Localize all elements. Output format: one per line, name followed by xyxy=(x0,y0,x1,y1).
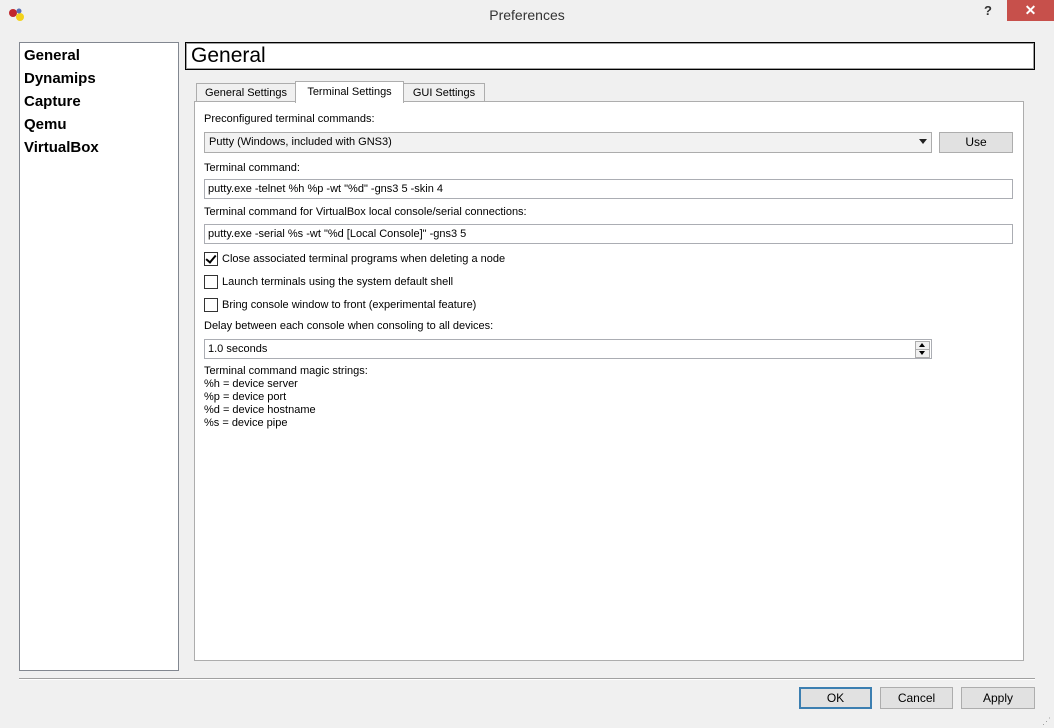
delay-value: 1.0 seconds xyxy=(208,343,268,355)
ok-button[interactable]: OK xyxy=(799,687,872,709)
terminal-command-label: Terminal command: xyxy=(204,162,300,174)
category-list[interactable]: General Dynamips Capture Qemu VirtualBox xyxy=(19,42,179,671)
console-front-checkbox[interactable] xyxy=(204,298,218,312)
cancel-button[interactable]: Cancel xyxy=(880,687,953,709)
magic-strings-title: Terminal command magic strings: xyxy=(204,365,368,377)
apply-button[interactable]: Apply xyxy=(961,687,1035,709)
system-shell-checkbox[interactable] xyxy=(204,275,218,289)
preferences-window: Preferences ? ✕ General Dynamips Capture… xyxy=(0,0,1054,728)
tab-general-settings[interactable]: General Settings xyxy=(196,83,296,102)
tab-terminal-settings[interactable]: Terminal Settings xyxy=(295,81,404,103)
page-title: General xyxy=(191,44,266,67)
resize-grip-icon[interactable]: ⋰ xyxy=(1042,716,1052,726)
magic-string-line: %p = device port xyxy=(204,391,287,403)
magic-string-line: %s = device pipe xyxy=(204,417,288,429)
sidebar-item-general[interactable]: General xyxy=(24,47,80,64)
preconfigured-label: Preconfigured terminal commands: xyxy=(204,113,375,125)
terminal-command-input[interactable]: putty.exe -telnet %h %p -wt "%d" -gns3 5… xyxy=(204,179,1013,199)
magic-string-line: %h = device server xyxy=(204,378,298,390)
page-title-box: General xyxy=(185,42,1035,70)
sidebar-item-virtualbox[interactable]: VirtualBox xyxy=(24,139,99,156)
help-button[interactable]: ? xyxy=(980,3,996,21)
spin-down-icon[interactable] xyxy=(915,349,930,358)
system-shell-label: Launch terminals using the system defaul… xyxy=(222,276,454,288)
preconfigured-select[interactable]: Putty (Windows, included with GNS3) xyxy=(204,132,932,153)
preconfigured-value: Putty (Windows, included with GNS3) xyxy=(209,136,392,148)
delay-spinbox[interactable]: 1.0 seconds xyxy=(204,339,932,359)
chevron-down-icon[interactable] xyxy=(919,139,927,144)
footer-divider-highlight xyxy=(19,679,1035,680)
delay-label: Delay between each console when consolin… xyxy=(204,320,494,332)
console-front-label: Bring console window to front (experimen… xyxy=(222,299,477,311)
window-title: Preferences xyxy=(489,7,565,23)
tab-gui-settings[interactable]: GUI Settings xyxy=(403,83,485,102)
vbox-command-value: putty.exe -serial %s -wt "%d [Local Cons… xyxy=(208,228,467,240)
sidebar-item-capture[interactable]: Capture xyxy=(24,93,81,110)
sidebar-item-qemu[interactable]: Qemu xyxy=(24,116,67,133)
close-terminals-label: Close associated terminal programs when … xyxy=(222,253,506,265)
use-button[interactable]: Use xyxy=(939,132,1013,153)
sidebar-item-dynamips[interactable]: Dynamips xyxy=(24,70,96,87)
magic-string-line: %d = device hostname xyxy=(204,404,316,416)
vbox-command-input[interactable]: putty.exe -serial %s -wt "%d [Local Cons… xyxy=(204,224,1013,244)
terminal-command-value: putty.exe -telnet %h %p -wt "%d" -gns3 5… xyxy=(208,183,444,195)
close-terminals-checkbox[interactable] xyxy=(204,252,218,266)
vbox-command-label: Terminal command for VirtualBox local co… xyxy=(204,206,527,218)
title-bar[interactable]: Preferences ? ✕ xyxy=(0,0,1054,31)
close-button[interactable]: ✕ xyxy=(1007,0,1054,21)
